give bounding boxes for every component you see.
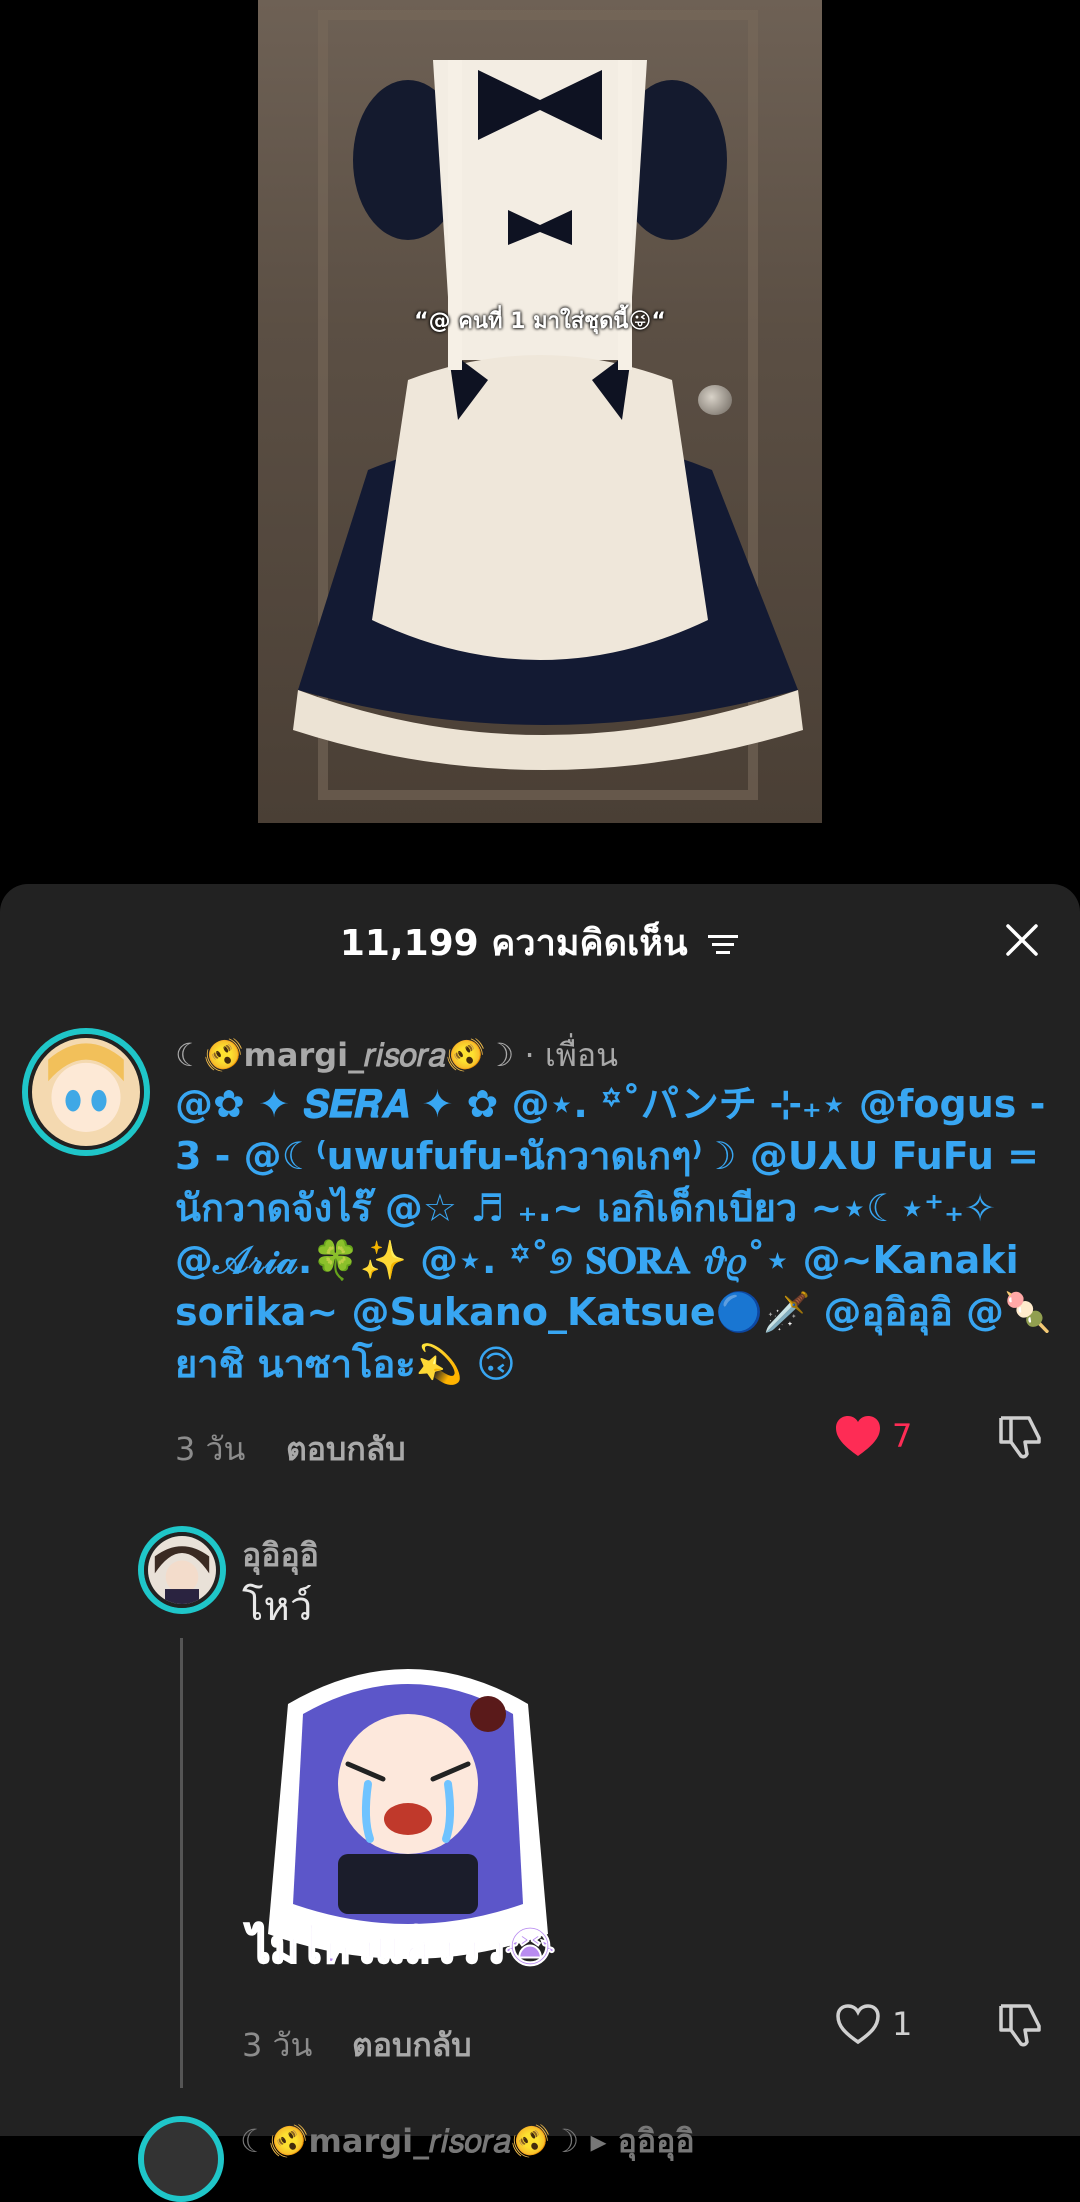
comment-username-text[interactable]: ☾🫨margi_𝑟𝑖𝑠𝑜𝑟𝑎🫨☽ (175, 1036, 514, 1074)
comment-username[interactable]: ☾🫨margi_𝑟𝑖𝑠𝑜𝑟𝑎🫨☽ · เพื่อน (175, 1030, 618, 1081)
like-button[interactable]: 7 (834, 1414, 912, 1458)
reply-text: โหว์ (242, 1584, 313, 1630)
sort-icon[interactable] (706, 932, 740, 958)
thread-line (180, 1638, 183, 2088)
dislike-icon[interactable] (995, 1412, 1045, 1460)
reply-dislike-icon[interactable] (995, 2000, 1045, 2048)
reply-like-button[interactable]: 1 (834, 2002, 912, 2046)
comments-count-title: 11,199 ความคิดเห็น (339, 923, 688, 964)
comments-header: 11,199 ความคิดเห็น (0, 914, 1080, 971)
comments-sheet: 11,199 ความคิดเห็น ☾🫨margi_𝑟𝑖𝑠𝑜𝑟𝑎🫨☽ · เพ… (0, 884, 1080, 2202)
close-icon[interactable] (1002, 920, 1042, 960)
reply-avatar-image (144, 1532, 220, 1608)
comment-time: 3 วัน (175, 1430, 246, 1468)
like-count: 7 (892, 1417, 913, 1455)
next-reply-username[interactable]: ☾🫨margi_𝑟𝑖𝑠𝑜𝑟𝑎🫨☽ ▸ อุอิอุอิ (240, 2116, 695, 2167)
avatar-image (28, 1034, 144, 1150)
sticker-caption: ไม่ไหวแล้ววว😭 (247, 1921, 557, 1974)
avatar[interactable] (22, 1028, 150, 1156)
reply-time: 3 วัน (242, 2026, 313, 2064)
next-reply-avatar[interactable] (138, 2116, 224, 2202)
comment-text: @✿ ✦ 𝑺𝑬𝑹𝑨 ✦ ✿ @⋆. ꙳˚パンチ ⊹₊⋆ @fogus - 3 -… (175, 1082, 1052, 1386)
reply-reply-button[interactable]: ตอบกลับ (352, 2020, 472, 2071)
heart-outline-icon (836, 2004, 880, 2045)
video-frame[interactable]: “@ คนที่ 1 มาใส่ชุดนี้😜“ (258, 0, 822, 823)
maid-dress-image (293, 60, 803, 770)
reply-avatar[interactable] (138, 1526, 226, 1614)
reply-button[interactable]: ตอบกลับ (286, 1424, 406, 1475)
heart-filled-icon (836, 1416, 880, 1456)
video-caption: “@ คนที่ 1 มาใส่ชุดนี้😜“ (414, 309, 666, 334)
reply-like-count: 1 (892, 2005, 913, 2043)
friend-label: · เพื่อน (514, 1036, 618, 1074)
